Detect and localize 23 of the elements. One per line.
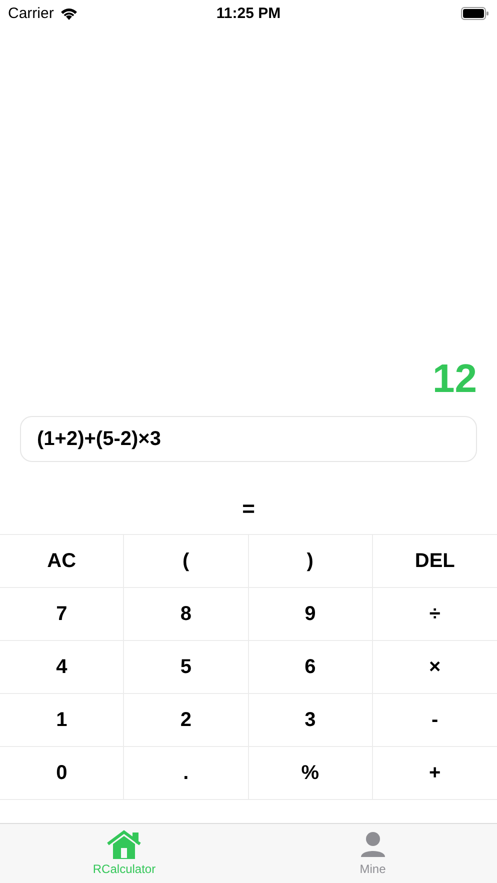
expression-field[interactable]: (1+2)+(5-2)×3 (20, 416, 477, 462)
keypad-key[interactable]: % (248, 747, 373, 800)
carrier-label: Carrier (8, 4, 54, 22)
keypad-key[interactable]: AC (0, 535, 124, 588)
keypad-key[interactable]: 0 (0, 747, 124, 800)
equals-button[interactable]: = (222, 492, 275, 526)
home-icon (107, 830, 142, 860)
keypad-key[interactable]: 5 (124, 641, 248, 694)
wifi-icon (60, 6, 78, 20)
keypad-key[interactable]: 1 (0, 694, 124, 747)
keypad-key[interactable]: 7 (0, 588, 124, 641)
keypad-key[interactable]: . (124, 747, 248, 800)
keypad-key[interactable]: ( (124, 535, 248, 588)
clock-time: 11:25 PM (216, 4, 281, 22)
keypad-key[interactable]: ) (248, 535, 373, 588)
keypad-key[interactable]: 8 (124, 588, 248, 641)
keypad-key[interactable]: 2 (124, 694, 248, 747)
battery-icon (461, 6, 489, 20)
keypad-key[interactable]: 6 (248, 641, 373, 694)
result-value: 12 (432, 357, 478, 403)
keypad-key[interactable]: 3 (248, 694, 373, 747)
keypad-key[interactable]: 9 (248, 588, 373, 641)
keypad-key[interactable]: 4 (0, 641, 124, 694)
